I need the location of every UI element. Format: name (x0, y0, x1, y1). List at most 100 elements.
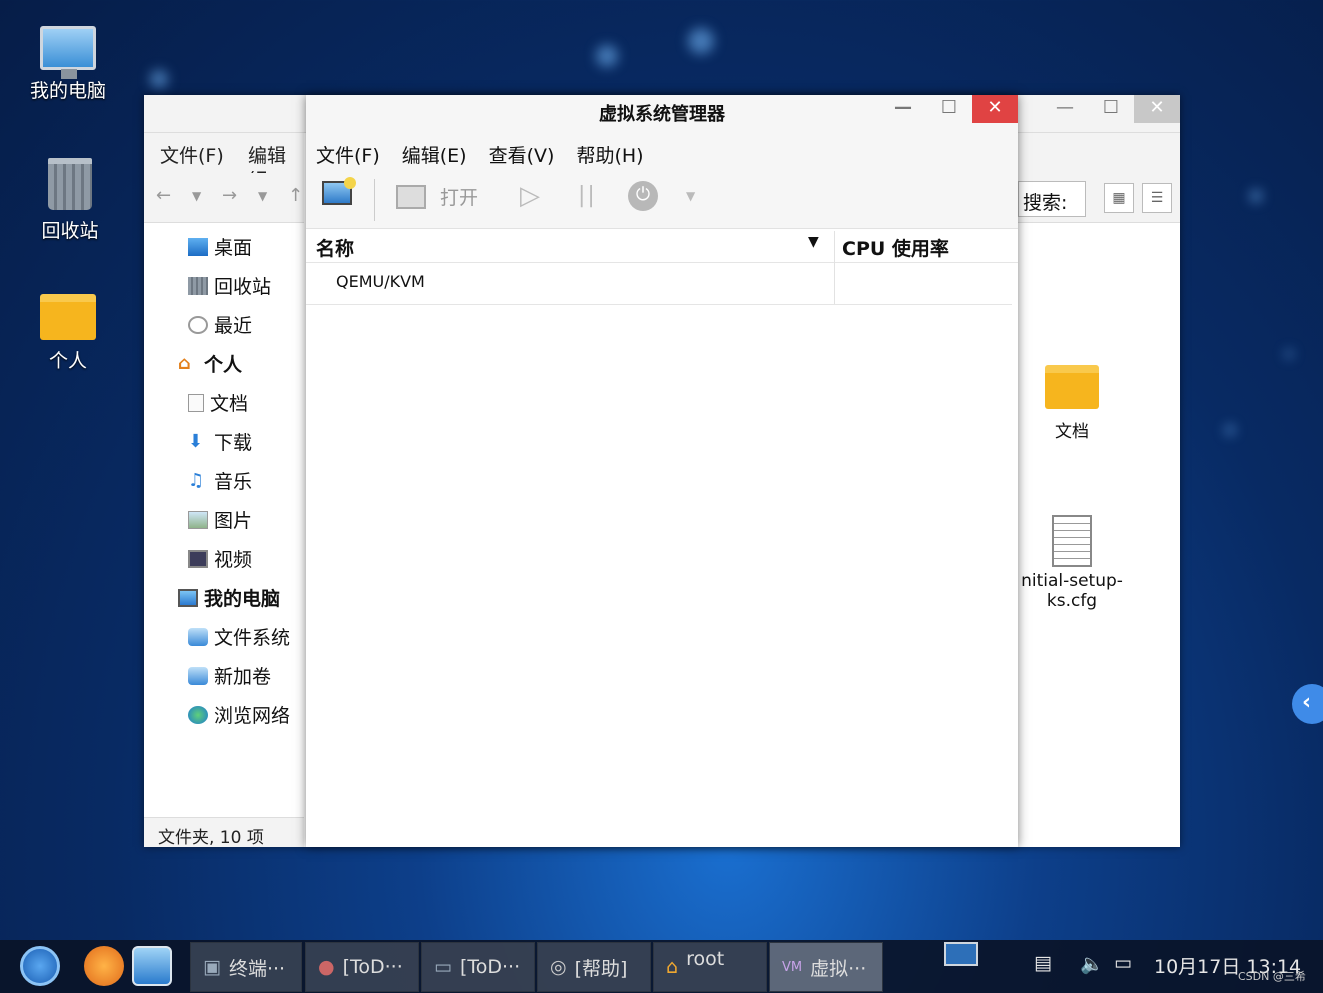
new-vm-icon (322, 177, 356, 205)
list-view-button[interactable]: ☰ (1142, 183, 1172, 213)
monitor-icon (396, 184, 426, 209)
watermark: CSDN @三希 (1238, 970, 1306, 983)
sidebar-item-music[interactable]: ♫ 音乐 (188, 467, 252, 494)
firefox-icon[interactable] (84, 946, 124, 986)
vm-table-header: 名称 ▼ CPU 使用率 (306, 231, 1018, 305)
sidebar-item-filesystem[interactable]: 文件系统 (188, 623, 290, 650)
vm-manager-menubar: 文件(F) 编辑(E) 查看(V) 帮助(H) (306, 133, 1018, 173)
sidebar-item-new-volume[interactable]: 新加卷 (188, 662, 271, 689)
globe-icon (188, 705, 208, 724)
vm-icon: VM (782, 959, 803, 975)
chevron-down-icon[interactable]: ▼ (192, 189, 201, 203)
folder-icon (40, 294, 96, 340)
document-icon (188, 393, 204, 412)
forward-arrow-icon[interactable]: → (222, 185, 237, 206)
table-row[interactable]: QEMU/KVM (306, 263, 1012, 305)
task-tod-1[interactable]: ● [ToD··· (305, 942, 419, 992)
network-icon[interactable]: ▭ (1114, 952, 1132, 974)
menu-file[interactable]: 文件(F) (160, 141, 224, 168)
start-menu-icon[interactable] (20, 946, 60, 986)
minimize-icon[interactable]: — (1042, 95, 1088, 123)
file-manager-window-controls: — ☐ ✕ (1042, 95, 1180, 125)
minimize-icon[interactable]: — (880, 95, 926, 123)
sidebar-item-pictures[interactable]: 图片 (188, 506, 252, 533)
chevron-down-icon[interactable]: ▼ (686, 189, 695, 203)
menu-help[interactable]: 帮助(H) (576, 141, 643, 167)
file-manager-navbar: ← ▼ → ▼ ↑ (144, 173, 304, 223)
text-file-icon (1052, 515, 1092, 567)
column-name[interactable]: 名称 (316, 234, 354, 261)
new-vm-button[interactable] (322, 177, 356, 213)
video-icon (188, 549, 208, 568)
desktop-icon-trash[interactable]: 回收站 (15, 158, 125, 243)
sidebar-section-my-computer[interactable]: 我的电脑 (178, 584, 280, 611)
sidebar-item-recent[interactable]: 最近 (188, 311, 252, 338)
window-icon: ▭ (434, 956, 452, 978)
window-controls: — ☐ ✕ (880, 95, 1018, 123)
run-icon[interactable]: ▷ (520, 181, 540, 211)
file-manager-content: 搜索: ▦ ☰ 文档 nitial-setup-ks.cfg (1016, 133, 1180, 847)
desktop-icon-label: 个人 (48, 350, 87, 372)
desktop-icon-personal[interactable]: 个人 (13, 294, 123, 373)
side-panel-toggle[interactable]: ‹ (1292, 684, 1323, 724)
window-title: 虚拟系统管理器 (599, 104, 725, 125)
pause-icon[interactable]: || (578, 183, 597, 208)
close-icon[interactable]: ✕ (1134, 95, 1180, 123)
sidebar-item-videos[interactable]: 视频 (188, 545, 252, 572)
toolbar-separator (374, 179, 375, 221)
task-vm-manager[interactable]: VM 虚拟··· (769, 942, 883, 992)
download-icon: ⬇ (188, 430, 204, 452)
sidebar-section-personal[interactable]: ⌂ 个人 (178, 350, 242, 377)
file-manager-menubar: 文件(F) 编辑(E (144, 133, 304, 190)
file-item-cfg[interactable]: nitial-setup-ks.cfg (1012, 515, 1132, 611)
connection-name: QEMU/KVM (336, 272, 425, 291)
chevron-down-icon[interactable]: ▼ (258, 189, 267, 203)
task-terminal[interactable]: ▣ 终端··· (190, 942, 302, 992)
power-icon[interactable]: ⏻ (628, 181, 658, 211)
maximize-icon[interactable]: ☐ (1088, 95, 1134, 123)
task-tod-2[interactable]: ▭ [ToD··· (421, 942, 535, 992)
picture-icon (188, 510, 208, 529)
folder-icon (1045, 365, 1099, 409)
menu-edit[interactable]: 编辑(E) (402, 141, 467, 167)
sidebar-item-network[interactable]: 浏览网络 (188, 701, 290, 728)
close-icon[interactable]: ✕ (972, 95, 1018, 123)
menu-view[interactable]: 查看(V) (489, 141, 555, 167)
file-manager-toolbar-right: 搜索: ▦ ☰ (1016, 133, 1180, 223)
taskbar: ▣ 终端··· ● [ToD··· ▭ [ToD··· ◎ [帮助] ⌂ root VM 虚… (0, 940, 1323, 993)
task-help[interactable]: ◎ [帮助] (537, 942, 651, 992)
home-icon: ⌂ (666, 956, 679, 978)
desktop-icon-label: 我的电脑 (29, 80, 106, 102)
music-icon: ♫ (188, 469, 205, 491)
clock-icon (188, 315, 208, 334)
desktop-icon-my-computer[interactable]: 我的电脑 (13, 26, 123, 103)
task-root[interactable]: ⌂ root (653, 942, 767, 992)
vm-manager-titlebar[interactable]: 虚拟系统管理器 — ☐ ✕ (306, 95, 1018, 133)
menu-file[interactable]: 文件(F) (316, 141, 380, 167)
maximize-icon[interactable]: ☐ (926, 95, 972, 123)
file-manager-sidebar: 桌面 回收站 最近 ⌂ 个人 文档 ⬇ 下载 ♫ 音乐 图片 视频 我的电脑 文件系统… (144, 223, 304, 818)
volume-icon[interactable]: 🔈 (1080, 952, 1104, 975)
trash-icon (188, 276, 208, 295)
open-button[interactable]: 打开 (396, 183, 478, 210)
desktop-icon-label: 回收站 (41, 220, 99, 242)
trash-icon (48, 158, 92, 210)
file-item-documents[interactable]: 文档 (1012, 365, 1132, 442)
up-arrow-icon[interactable]: ↑ (288, 185, 303, 206)
drive-icon (188, 627, 208, 646)
back-arrow-icon[interactable]: ← (156, 185, 171, 206)
file-manager-icon[interactable] (132, 946, 172, 986)
terminal-icon: ▣ (203, 956, 221, 978)
home-icon: ⌂ (178, 352, 191, 374)
search-label: 搜索: (1018, 181, 1086, 217)
column-cpu[interactable]: CPU 使用率 (842, 234, 949, 261)
sidebar-item-downloads[interactable]: ⬇ 下载 (188, 428, 252, 455)
sidebar-item-desktop[interactable]: 桌面 (188, 233, 252, 260)
help-icon: ◎ (550, 956, 567, 978)
keyboard-icon[interactable]: ▤ (1034, 952, 1052, 974)
sort-dropdown-icon[interactable]: ▼ (808, 234, 819, 250)
sidebar-item-trash[interactable]: 回收站 (188, 272, 271, 299)
icon-view-button[interactable]: ▦ (1104, 183, 1134, 213)
sidebar-item-documents[interactable]: 文档 (188, 389, 248, 416)
workspace-switcher[interactable] (944, 942, 978, 966)
